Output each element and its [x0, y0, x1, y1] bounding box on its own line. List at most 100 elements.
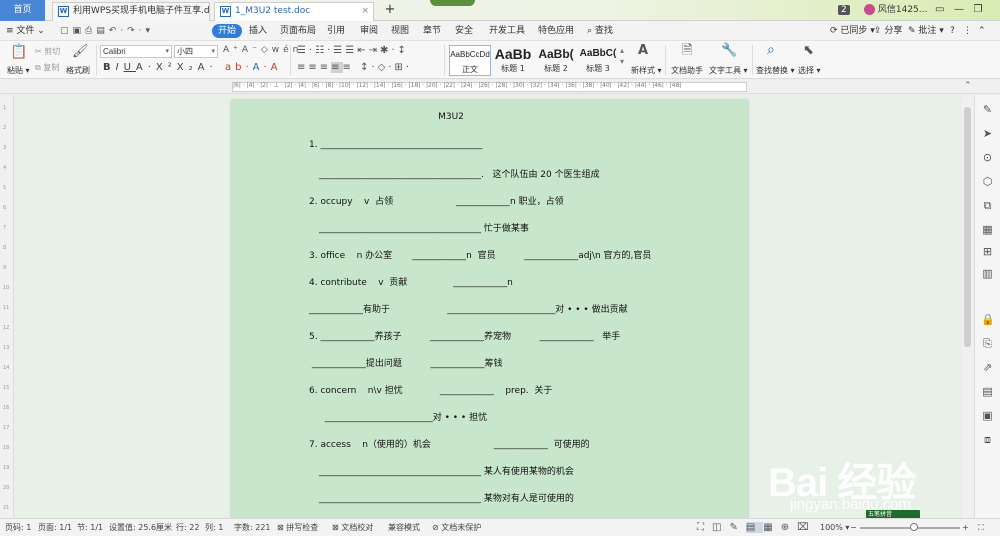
word-doc-icon: W: [58, 6, 69, 17]
menu-references[interactable]: 引用: [327, 24, 345, 38]
menu-file[interactable]: ≡ 文件 ⌄: [6, 24, 45, 38]
ruler-toggle-icon[interactable]: ⌃: [964, 81, 972, 91]
quick-access-icons[interactable]: ▢▣⎙▤↶·↷·▾: [60, 24, 154, 38]
user-name: 风信1425...: [877, 5, 928, 15]
grid-icon[interactable]: ⊞: [981, 245, 994, 258]
format-painter-icon[interactable]: 🖌: [72, 45, 89, 58]
menu-bar: ≡ 文件 ⌄ ▢▣⎙▤↶·↷·▾ 开始 插入 页面布局 引用 审阅 视图 章节 …: [0, 21, 1000, 41]
pointer-icon[interactable]: ➤: [981, 127, 994, 140]
more-icon[interactable]: ⋮: [963, 24, 972, 38]
image-icon[interactable]: ▣: [981, 409, 994, 422]
tab-document-1-label: 利用WPS买现手机电脑子件互享.doc: [73, 6, 210, 16]
menu-search[interactable]: ⌕ 查找: [587, 24, 613, 38]
minimize-button-icon[interactable]: —: [954, 4, 964, 15]
menu-chapter[interactable]: 章节: [423, 24, 441, 38]
scrollbar-thumb[interactable]: [964, 107, 971, 347]
divider: [290, 45, 291, 75]
paste-button[interactable]: 粘贴 ▾: [7, 65, 30, 76]
comment-button[interactable]: ✎ 批注 ▾: [908, 24, 944, 38]
new-style-icon[interactable]: A: [638, 44, 648, 57]
chart-icon[interactable]: ▥: [981, 267, 994, 280]
tab-document-2[interactable]: W 1_M3U2 test.doc ×: [214, 2, 374, 21]
location-icon[interactable]: ⊙: [981, 151, 994, 164]
cube-icon[interactable]: ⬡: [981, 175, 994, 188]
status-pages: 页面: 1/1: [38, 523, 73, 532]
font-family-select[interactable]: Calibri ▾: [100, 45, 172, 58]
new-tab-button[interactable]: +: [383, 1, 397, 19]
format-painter-button[interactable]: 格式刷: [66, 65, 90, 76]
layers-icon[interactable]: ⧈: [981, 433, 994, 446]
zoom-level[interactable]: 100% ▾: [820, 522, 849, 534]
document-icon[interactable]: ⎘: [981, 337, 994, 350]
menu-security[interactable]: 安全: [455, 24, 473, 38]
fullscreen-icon[interactable]: ⛶: [978, 522, 984, 534]
sync-button[interactable]: ⟳ 已同步 ▾: [830, 24, 875, 38]
status-word-count[interactable]: 字数: 221: [234, 522, 271, 534]
menu-view[interactable]: 视图: [391, 24, 409, 38]
select-button[interactable]: 选择 ▾: [798, 65, 821, 76]
menu-home[interactable]: 开始: [212, 24, 243, 38]
tab-home[interactable]: 首页: [0, 0, 45, 21]
style-normal[interactable]: AaBbCcDd 正文: [449, 45, 491, 76]
paste-icon[interactable]: 📋: [10, 45, 27, 59]
protect-button[interactable]: ⊘ 文档未保护: [432, 522, 481, 534]
collapse-ribbon-icon[interactable]: ⌃: [978, 24, 986, 38]
document-assistant-icon[interactable]: 🗎: [682, 44, 692, 57]
minimize-icon[interactable]: ▭: [935, 4, 944, 15]
highlight-color-icons[interactable]: ab·A·A: [225, 62, 282, 73]
lock-icon[interactable]: 🔒: [981, 313, 995, 326]
doc-line-6: 4. contribute v 贡献 ____________n: [309, 278, 513, 288]
cut-button[interactable]: ✂ 剪切: [35, 46, 60, 57]
status-bar: 页码: 1 页面: 1/1 节: 1/1 设置值: 25.6厘米 行: 22 列…: [0, 518, 1000, 536]
window-count-badge[interactable]: 2: [838, 3, 850, 17]
zoom-slider-handle[interactable]: [910, 523, 918, 531]
spell-check-button[interactable]: ⊠ 拼写检查: [277, 522, 318, 534]
compat-mode-label: 兼容模式: [388, 523, 420, 532]
zoom-in-icon[interactable]: +: [962, 522, 969, 534]
vertical-ruler[interactable]: 123 456 789 10 11 12 13 14 15 16 17 18 19 20 21: [0, 95, 14, 518]
style-heading-2[interactable]: AaBb( 标题 2: [535, 45, 577, 76]
find-replace-icon[interactable]: ⌕: [767, 43, 775, 57]
help-icon[interactable]: ?: [950, 24, 955, 38]
share-out-icon[interactable]: ⇗: [981, 361, 994, 374]
copy-icon[interactable]: ⧉: [981, 199, 994, 212]
style-heading-3[interactable]: AaBbC( 标题 3: [577, 45, 619, 76]
cursor-icon[interactable]: ⬉: [803, 44, 814, 57]
style-gallery-arrows[interactable]: ▴ ▾: [620, 45, 624, 67]
share-button[interactable]: ⇪ 分享: [874, 24, 902, 38]
menu-page-layout[interactable]: 页面布局: [280, 24, 316, 38]
table-icon[interactable]: ▦: [981, 223, 994, 236]
status-column: 列: 1: [205, 523, 224, 532]
new-style-button[interactable]: 新样式 ▾: [631, 65, 662, 76]
menu-review[interactable]: 审阅: [360, 24, 378, 38]
status-section: 节: 1/1: [77, 523, 104, 532]
menu-features[interactable]: 特色应用: [538, 24, 574, 38]
alignment-icons[interactable]: ≡≡≡≡≡ ↕·◇·⊞·: [297, 62, 412, 73]
horizontal-ruler[interactable]: |6| · |4| · |2| · ⊥ · |2| · |4| · |6| · …: [0, 80, 1000, 94]
style-heading-1[interactable]: AaBb 标题 1: [492, 45, 534, 76]
text-tools-button[interactable]: 文字工具 ▾: [709, 65, 748, 76]
menu-insert[interactable]: 插入: [249, 24, 267, 38]
ruler-track: |6| · |4| · |2| · ⊥ · |2| · |4| · |6| · …: [232, 82, 747, 92]
copy-button[interactable]: ⧉ 复制: [35, 62, 59, 73]
zoom-out-icon[interactable]: −: [850, 522, 857, 534]
document-page[interactable]: M3U2 1. ________________________________…: [231, 100, 748, 518]
tab-document-1[interactable]: W 利用WPS买现手机电脑子件互享.doc: [52, 2, 210, 21]
find-replace-button[interactable]: 查找替换 ▾: [756, 65, 795, 76]
menu-developer[interactable]: 开发工具: [489, 24, 525, 38]
list-indent-icons[interactable]: ☰·☷·☰☰⇤⇥✱·↕: [297, 45, 409, 56]
view-mode-icons[interactable]: ⛶◫✎▤▦⊕⌧: [697, 522, 817, 534]
doc-line-11: ________________________对 • • • 担忧: [319, 413, 488, 423]
divider: [752, 45, 753, 75]
status-page-number: 页码: 1: [5, 523, 32, 532]
edit-icon[interactable]: ✎: [981, 103, 994, 116]
maximize-icon[interactable]: ❐: [974, 4, 983, 15]
font-size-select[interactable]: 小四 ▾: [174, 45, 218, 58]
user-account[interactable]: 风信1425...: [864, 3, 927, 17]
document-assistant-button[interactable]: 文档助手: [671, 65, 703, 76]
close-icon[interactable]: ×: [361, 3, 369, 20]
book-icon[interactable]: ▤: [981, 385, 994, 398]
doc-proof-button[interactable]: ⊠ 文档校对: [332, 522, 373, 534]
font-style-icons[interactable]: BIUA·X²X₂A·: [103, 62, 218, 73]
wrench-icon[interactable]: 🔧: [721, 44, 737, 57]
